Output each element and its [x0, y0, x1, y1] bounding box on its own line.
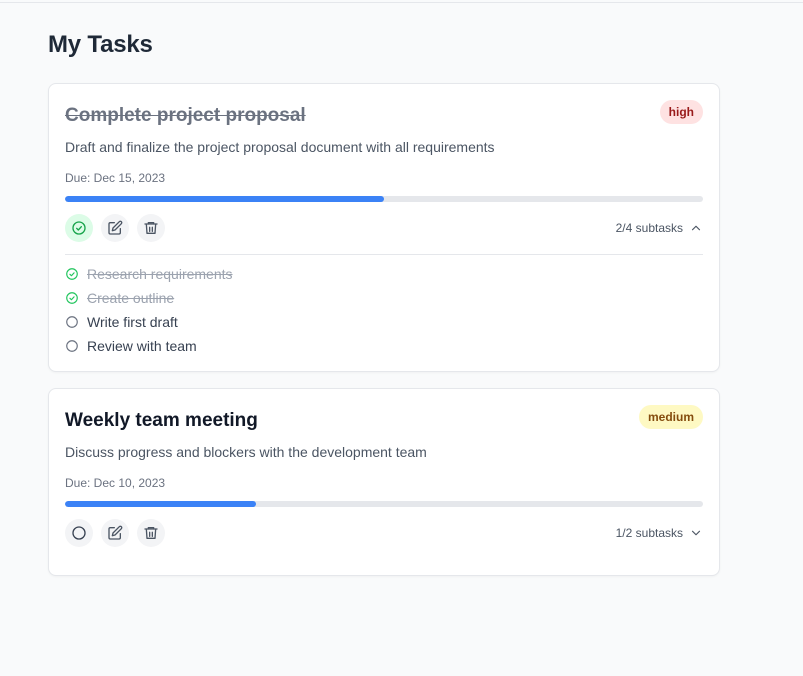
- chevron-down-icon: [691, 530, 701, 536]
- subtask-item[interactable]: Create outline: [65, 286, 233, 310]
- toggle-complete-button[interactable]: [65, 519, 93, 547]
- trash-icon: [144, 527, 158, 539]
- task-actions: [65, 519, 165, 547]
- due-date: Due: Dec 10, 2023: [65, 476, 166, 490]
- progress-fill: [65, 196, 384, 202]
- task-title: Weekly team meeting: [65, 410, 258, 431]
- top-border: [0, 2, 803, 3]
- subtask-label: Review with team: [87, 338, 197, 354]
- check-circle-icon: [66, 268, 78, 280]
- progress-fill: [65, 501, 257, 507]
- edit-icon: [108, 220, 123, 235]
- task-card: Complete project proposal high Draft and…: [48, 83, 720, 372]
- circle-icon: [66, 316, 78, 328]
- delete-task-button[interactable]: [137, 519, 165, 547]
- delete-task-button[interactable]: [137, 214, 165, 242]
- task-actions: [65, 214, 165, 242]
- edit-task-button[interactable]: [101, 214, 129, 242]
- progress-bar: [65, 501, 703, 507]
- task-card: Weekly team meeting medium Discuss progr…: [48, 388, 720, 576]
- check-circle-icon: [66, 292, 78, 304]
- task-description: Draft and finalize the project proposal …: [65, 139, 495, 155]
- circle-icon: [66, 340, 78, 352]
- subtask-label: Research requirements: [87, 266, 233, 282]
- task-description: Discuss progress and blockers with the d…: [65, 444, 427, 460]
- progress-bar: [65, 196, 703, 202]
- subtask-label: Create outline: [87, 290, 175, 306]
- toggle-complete-button[interactable]: [65, 214, 93, 242]
- check-circle-icon: [72, 221, 86, 235]
- subtask-item[interactable]: Research requirements: [65, 262, 233, 286]
- due-date: Due: Dec 15, 2023: [65, 171, 166, 185]
- priority-badge: medium: [638, 405, 703, 429]
- chevron-up-icon: [691, 225, 701, 231]
- subtasks-toggle[interactable]: 1/2 subtasks: [616, 526, 703, 540]
- edit-icon: [108, 525, 123, 540]
- edit-task-button[interactable]: [101, 519, 129, 547]
- priority-badge: high: [659, 100, 703, 124]
- subtask-summary: 2/4 subtasks: [615, 221, 683, 235]
- subtask-list: Research requirements Create outline Wri…: [65, 262, 233, 358]
- trash-icon: [144, 222, 158, 234]
- page-title: My Tasks: [48, 31, 153, 58]
- circle-icon: [72, 526, 86, 540]
- divider: [65, 254, 703, 255]
- subtask-item[interactable]: Write first draft: [65, 310, 233, 334]
- subtask-item[interactable]: Review with team: [65, 334, 233, 358]
- task-title: Complete project proposal: [65, 105, 306, 126]
- subtask-summary: 1/2 subtasks: [615, 526, 683, 540]
- subtasks-toggle[interactable]: 2/4 subtasks: [616, 221, 703, 235]
- subtask-label: Write first draft: [87, 314, 178, 330]
